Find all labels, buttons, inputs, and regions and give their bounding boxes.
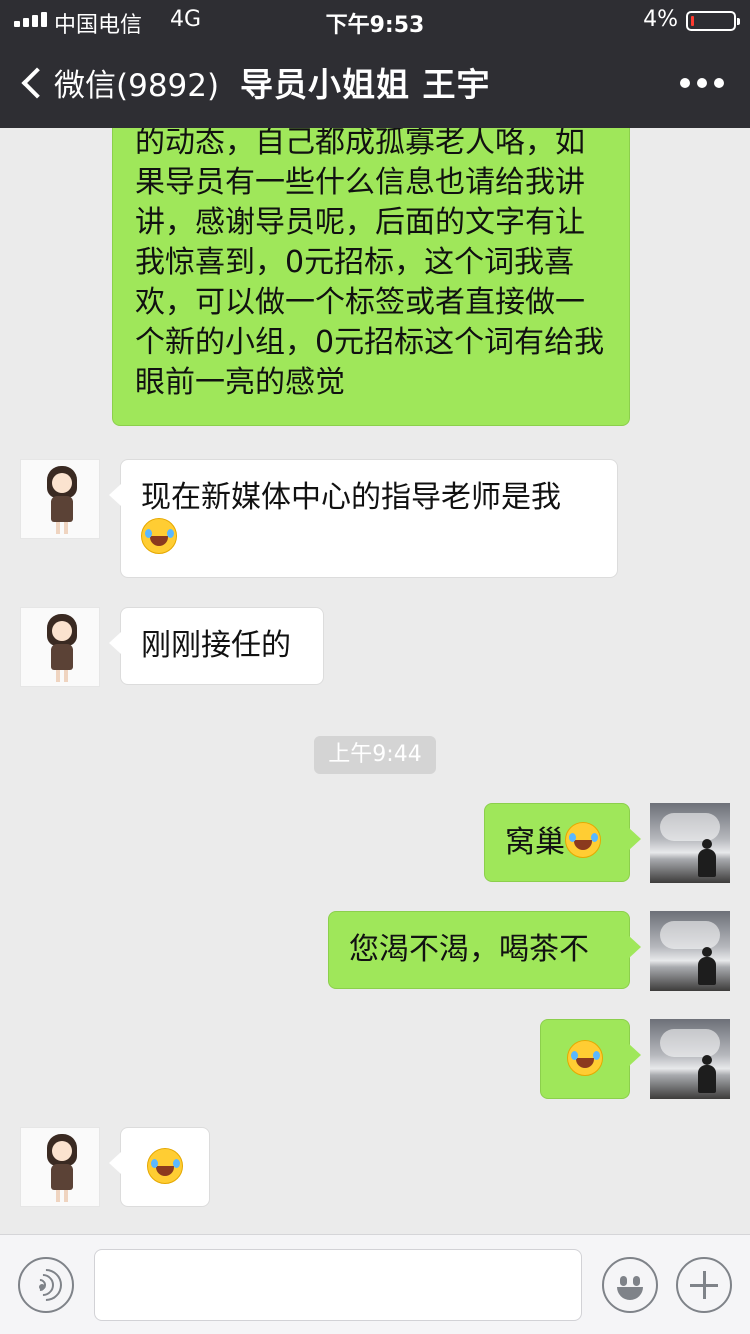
contact-avatar[interactable] bbox=[20, 1127, 100, 1207]
nav-bar: 微信(9892) 导员小姐姐 王宇 bbox=[0, 48, 750, 120]
more-actions-button[interactable] bbox=[676, 1257, 732, 1313]
face-with-tears-of-joy-icon bbox=[141, 518, 177, 554]
status-bar: 中国电信 4G 下午9:53 4% bbox=[0, 0, 750, 40]
message-bubble-sent[interactable]: 您渴不渴，喝茶不 bbox=[328, 911, 641, 989]
message-input[interactable] bbox=[94, 1249, 582, 1321]
message-timestamp: 上午9:44 bbox=[314, 736, 436, 774]
input-bar bbox=[0, 1234, 750, 1334]
back-label: 微信(9892) bbox=[54, 68, 220, 104]
voice-input-button[interactable] bbox=[18, 1257, 74, 1313]
my-avatar[interactable] bbox=[650, 803, 730, 883]
chat-area[interactable]: 的动态，自己都成孤寡老人咯，如果导员有一些什么信息也请给我讲讲，感谢导员呢，后面… bbox=[0, 128, 750, 1234]
message-bubble-received[interactable]: 现在新媒体中心的指导老师是我 bbox=[109, 459, 618, 578]
more-options-icon[interactable] bbox=[680, 78, 724, 88]
message-bubble-sent[interactable] bbox=[540, 1019, 641, 1099]
face-with-tears-of-joy-icon bbox=[147, 1148, 183, 1184]
message-text: 的动态，自己都成孤寡老人咯，如果导员有一些什么信息也请给我讲讲，感谢导员呢，后面… bbox=[135, 128, 605, 400]
chat-title: 导员小姐姐 王宇 bbox=[240, 65, 491, 104]
emoji-picker-button[interactable] bbox=[602, 1257, 658, 1313]
face-with-tears-of-joy-icon bbox=[565, 822, 601, 858]
message-bubble-sent[interactable]: 的动态，自己都成孤寡老人咯，如果导员有一些什么信息也请给我讲讲，感谢导员呢，后面… bbox=[112, 128, 630, 426]
back-button[interactable]: 微信(9892) bbox=[18, 60, 219, 105]
message-text: 刚刚接任的 bbox=[141, 628, 291, 663]
message-bubble-received[interactable]: 刚刚接任的 bbox=[109, 607, 324, 685]
battery-icon bbox=[686, 11, 740, 31]
message-text: 窝巢 bbox=[505, 825, 565, 860]
message-text: 您渴不渴，喝茶不 bbox=[349, 932, 589, 967]
message-bubble-received[interactable] bbox=[109, 1127, 210, 1207]
clock: 下午9:53 bbox=[325, 13, 425, 38]
battery-percent: 4% bbox=[643, 7, 678, 32]
my-avatar[interactable] bbox=[650, 1019, 730, 1099]
message-text: 现在新媒体中心的指导老师是我 bbox=[141, 480, 561, 515]
chevron-left-icon bbox=[21, 66, 53, 99]
contact-avatar[interactable] bbox=[20, 607, 100, 687]
face-with-tears-of-joy-icon bbox=[567, 1040, 603, 1076]
my-avatar[interactable] bbox=[650, 911, 730, 991]
contact-avatar[interactable] bbox=[20, 459, 100, 539]
top-bar: 中国电信 4G 下午9:53 4% 微信(9892) 导员小姐姐 王宇 bbox=[0, 0, 750, 128]
message-bubble-sent[interactable]: 窝巢 bbox=[484, 803, 641, 882]
